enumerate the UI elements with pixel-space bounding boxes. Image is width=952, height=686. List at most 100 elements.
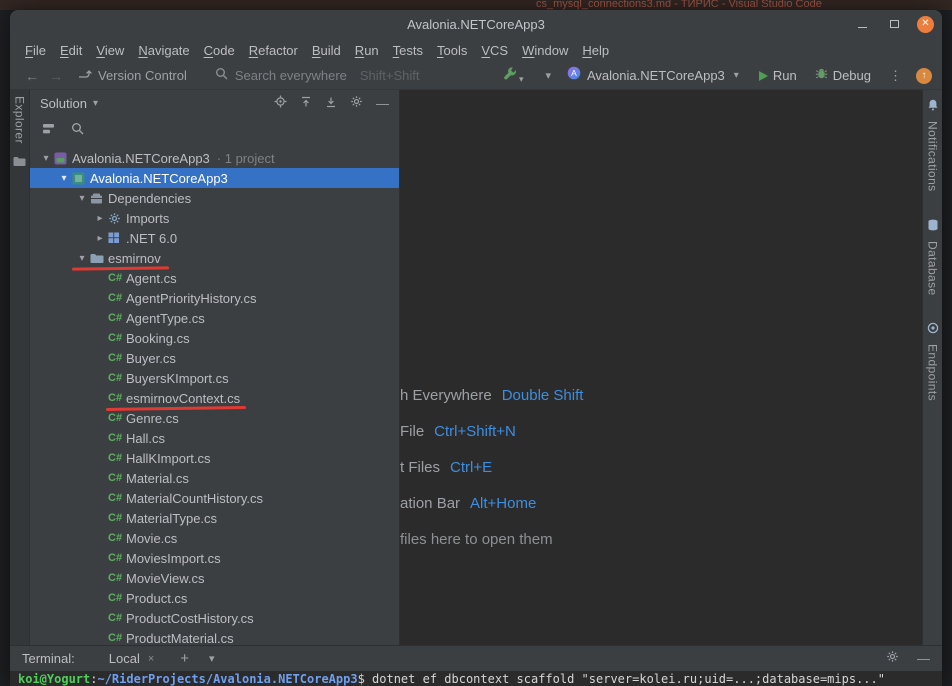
tool-tab-database[interactable]: Database xyxy=(926,218,940,296)
menu-item-help[interactable]: Help xyxy=(575,41,616,60)
menu-item-run[interactable]: Run xyxy=(348,41,386,60)
tree-item-content: ▾Dependencies xyxy=(74,188,191,208)
csharp-file-icon: C# xyxy=(108,552,126,564)
tool-tab-notifications[interactable]: Notifications xyxy=(926,98,940,192)
tree-item-material-cs[interactable]: C#Material.cs xyxy=(30,468,399,488)
search-icon xyxy=(215,67,228,85)
folder-icon[interactable] xyxy=(13,154,26,172)
tree-item-imports[interactable]: ▸Imports xyxy=(30,208,399,228)
maximize-button[interactable] xyxy=(885,15,903,33)
new-terminal-icon[interactable]: + xyxy=(180,650,189,667)
tree-item-avalonia-netcoreapp3[interactable]: ▾Avalonia.NETCoreApp3 xyxy=(30,168,399,188)
chevron-down-icon[interactable]: ▾ xyxy=(74,253,90,264)
tree-item-content: C#MovieView.cs xyxy=(92,568,205,588)
search-everywhere-button[interactable]: Search everywhere Shift+Shift xyxy=(215,67,420,85)
tree-item-avalonia-netcoreapp3[interactable]: ▾Avalonia.NETCoreApp3· 1 project xyxy=(30,148,399,168)
tree-item-label: MovieView.cs xyxy=(126,571,205,586)
hide-panel-icon[interactable]: — xyxy=(376,96,389,111)
tree-item-label: esmirnovContext.cs xyxy=(126,391,240,406)
view-options-icon[interactable] xyxy=(42,122,55,140)
menu-item-view[interactable]: View xyxy=(89,41,131,60)
terminal-bar-right: — xyxy=(886,650,930,668)
more-options-icon[interactable]: ⋮ xyxy=(889,68,902,84)
hide-panel-icon[interactable]: — xyxy=(917,651,930,666)
version-control-button[interactable]: Version Control xyxy=(78,67,187,85)
tree-item-genre-cs[interactable]: C#Genre.cs xyxy=(30,408,399,428)
tree-item-hall-cs[interactable]: C#Hall.cs xyxy=(30,428,399,448)
back-icon[interactable]: ← xyxy=(20,68,44,84)
chevron-down-icon[interactable]: ▾ xyxy=(38,153,54,164)
csharp-file-icon: C# xyxy=(108,352,126,364)
tree-item-buyer-cs[interactable]: C#Buyer.cs xyxy=(30,348,399,368)
expand-all-icon[interactable] xyxy=(300,95,312,113)
tree-item-content: ▾Avalonia.NETCoreApp3· 1 project xyxy=(38,148,275,168)
menu-item-code[interactable]: Code xyxy=(197,41,242,60)
chevron-down-icon[interactable]: ▾ xyxy=(209,652,215,665)
chevron-right-icon[interactable]: ▸ xyxy=(92,213,108,224)
tree-item-content: ▸Imports xyxy=(92,208,169,228)
tree-item-product-cs[interactable]: C#Product.cs xyxy=(30,588,399,608)
csharp-file-icon: C# xyxy=(108,292,126,304)
menu-item-build[interactable]: Build xyxy=(305,41,348,60)
tree-item-esmirnov[interactable]: ▾esmirnov xyxy=(30,248,399,268)
search-icon[interactable] xyxy=(71,122,84,140)
tree-item-label: Genre.cs xyxy=(126,411,179,426)
tree-item-productcosthistory-cs[interactable]: C#ProductCostHistory.cs xyxy=(30,608,399,628)
menu-item-tests[interactable]: Tests xyxy=(386,41,430,60)
menu-item-vcs[interactable]: VCS xyxy=(474,41,515,60)
forward-icon[interactable]: → xyxy=(44,68,68,84)
tree-item-content: C#MaterialType.cs xyxy=(92,508,217,528)
tree-item-booking-cs[interactable]: C#Booking.cs xyxy=(30,328,399,348)
tree-item-agentpriorityhistory-cs[interactable]: C#AgentPriorityHistory.cs xyxy=(30,288,399,308)
terminal-label: Terminal: xyxy=(22,651,75,666)
menu-item-edit[interactable]: Edit xyxy=(53,41,89,60)
welcome-shortcut-row: FileCtrl+Shift+N xyxy=(400,423,583,443)
build-tool-button[interactable]: ▾ xyxy=(503,66,524,85)
tree-item-buyerskimport-cs[interactable]: C#BuyersKImport.cs xyxy=(30,368,399,388)
locate-target-icon[interactable] xyxy=(274,95,287,113)
chevron-down-icon[interactable]: ▾ xyxy=(545,69,551,82)
menu-item-refactor[interactable]: Refactor xyxy=(242,41,305,60)
settings-gear-icon[interactable] xyxy=(350,95,363,113)
tree-item-movieview-cs[interactable]: C#MovieView.cs xyxy=(30,568,399,588)
run-configuration-selector[interactable]: A Avalonia.NETCoreApp3 ▾ xyxy=(567,66,739,85)
chevron-down-icon[interactable]: ▾ xyxy=(74,193,90,204)
tree-item-agenttype-cs[interactable]: C#AgentType.cs xyxy=(30,308,399,328)
tree-item-materialcounthistory-cs[interactable]: C#MaterialCountHistory.cs xyxy=(30,488,399,508)
settings-gear-icon[interactable] xyxy=(886,650,899,668)
debug-button[interactable]: Debug xyxy=(815,67,871,85)
close-icon[interactable]: × xyxy=(148,653,154,665)
menu-item-navigate[interactable]: Navigate xyxy=(131,41,196,60)
tree-item-movie-cs[interactable]: C#Movie.cs xyxy=(30,528,399,548)
tree-item-label: Hall.cs xyxy=(126,431,165,446)
tree-item-materialtype-cs[interactable]: C#MaterialType.cs xyxy=(30,508,399,528)
tool-tab-endpoints[interactable]: Endpoints xyxy=(926,321,940,401)
solution-view-selector[interactable]: Solution xyxy=(40,96,87,111)
tree-item-hallkimport-cs[interactable]: C#HallKImport.cs xyxy=(30,448,399,468)
tree-item-label: MaterialCountHistory.cs xyxy=(126,491,263,506)
minimize-button[interactable] xyxy=(853,15,871,33)
collapse-all-icon[interactable] xyxy=(325,95,337,113)
chevron-down-icon[interactable]: ▾ xyxy=(56,173,72,184)
csharp-file-icon: C# xyxy=(108,272,126,284)
close-button[interactable]: ✕ xyxy=(917,16,934,33)
shortcut-label: ation Bar xyxy=(400,495,460,512)
run-button[interactable]: Run xyxy=(759,68,797,83)
explorer-tool-tab[interactable]: Explorer xyxy=(13,96,27,144)
tree-item-esmirnovcontext-cs[interactable]: C#esmirnovContext.cs xyxy=(30,388,399,408)
chevron-right-icon[interactable]: ▸ xyxy=(92,233,108,244)
tree-item-productmaterial-cs[interactable]: C#ProductMaterial.cs xyxy=(30,628,399,645)
tree-item-dependencies[interactable]: ▾Dependencies xyxy=(30,188,399,208)
csharp-file-icon: C# xyxy=(108,612,126,624)
tree-item-moviesimport-cs[interactable]: C#MoviesImport.cs xyxy=(30,548,399,568)
tree-item-agent-cs[interactable]: C#Agent.cs xyxy=(30,268,399,288)
menu-item-file[interactable]: File xyxy=(18,41,53,60)
tree-item-net-6-0[interactable]: ▸.NET 6.0 xyxy=(30,228,399,248)
terminal-tab-local[interactable]: Local × xyxy=(109,651,155,666)
menu-item-tools[interactable]: Tools xyxy=(430,41,474,60)
terminal-output[interactable]: koi@Yogurt:~/RiderProjects/Avalonia.NETC… xyxy=(10,671,942,686)
menu-item-window[interactable]: Window xyxy=(515,41,575,60)
update-available-icon[interactable]: ↑ xyxy=(916,68,932,84)
notifications-icon xyxy=(927,98,939,116)
deps-icon xyxy=(90,192,108,205)
